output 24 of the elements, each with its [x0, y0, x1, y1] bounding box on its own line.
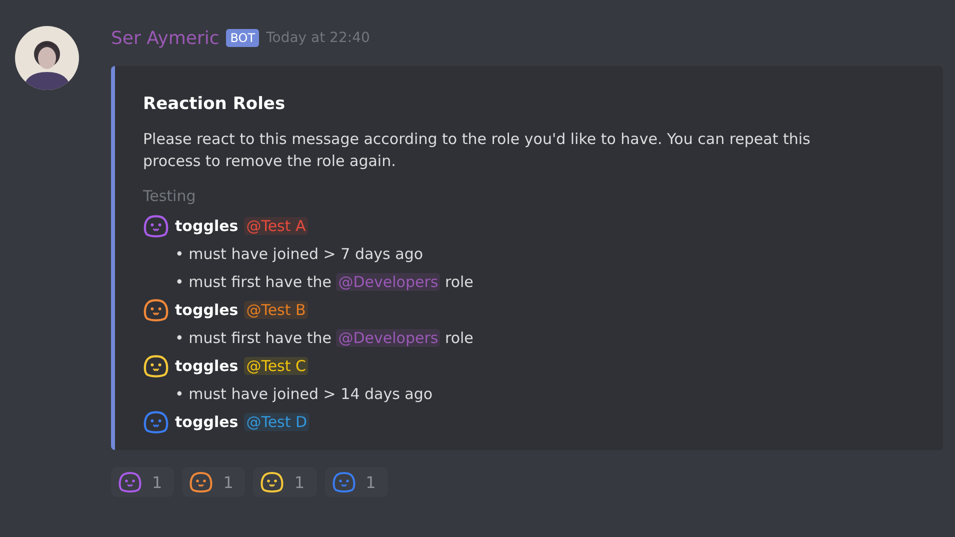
- role-mention[interactable]: @Test A: [244, 217, 308, 235]
- condition-item: • must first have the @Developers role: [174, 272, 474, 293]
- action-label: toggles: [175, 357, 238, 375]
- role-mention[interactable]: @Test B: [244, 301, 308, 319]
- condition-item: • must have joined > 7 days ago: [174, 244, 424, 265]
- reaction-button[interactable]: 1: [324, 467, 388, 497]
- bot-badge: BOT: [226, 29, 260, 47]
- condition-item: • must first have the @Developers role: [174, 328, 474, 349]
- reaction-button[interactable]: 1: [253, 467, 317, 497]
- embed-description: Please react to this message according to the role you'd like to have. You can repeat this process to remove the role again.: [143, 129, 812, 172]
- role-mention[interactable]: @Developers: [336, 329, 440, 347]
- action-label: toggles: [175, 217, 238, 235]
- author-name[interactable]: Ser Aymeric: [111, 28, 220, 48]
- action-label: toggles: [175, 301, 238, 319]
- action-label: toggles: [175, 413, 238, 431]
- reaction-button[interactable]: 1: [182, 467, 246, 497]
- embed-title: Reaction Roles: [143, 94, 286, 114]
- condition-item: • must have joined > 14 days ago: [174, 384, 434, 405]
- timestamp: Today at 22:40: [266, 30, 370, 46]
- reaction-button[interactable]: 1: [111, 467, 174, 497]
- role-mention[interactable]: @Test C: [244, 357, 308, 375]
- role-mention[interactable]: @Developers: [336, 273, 440, 291]
- role-mention[interactable]: @Test D: [244, 413, 310, 431]
- section-label: Testing: [143, 186, 197, 206]
